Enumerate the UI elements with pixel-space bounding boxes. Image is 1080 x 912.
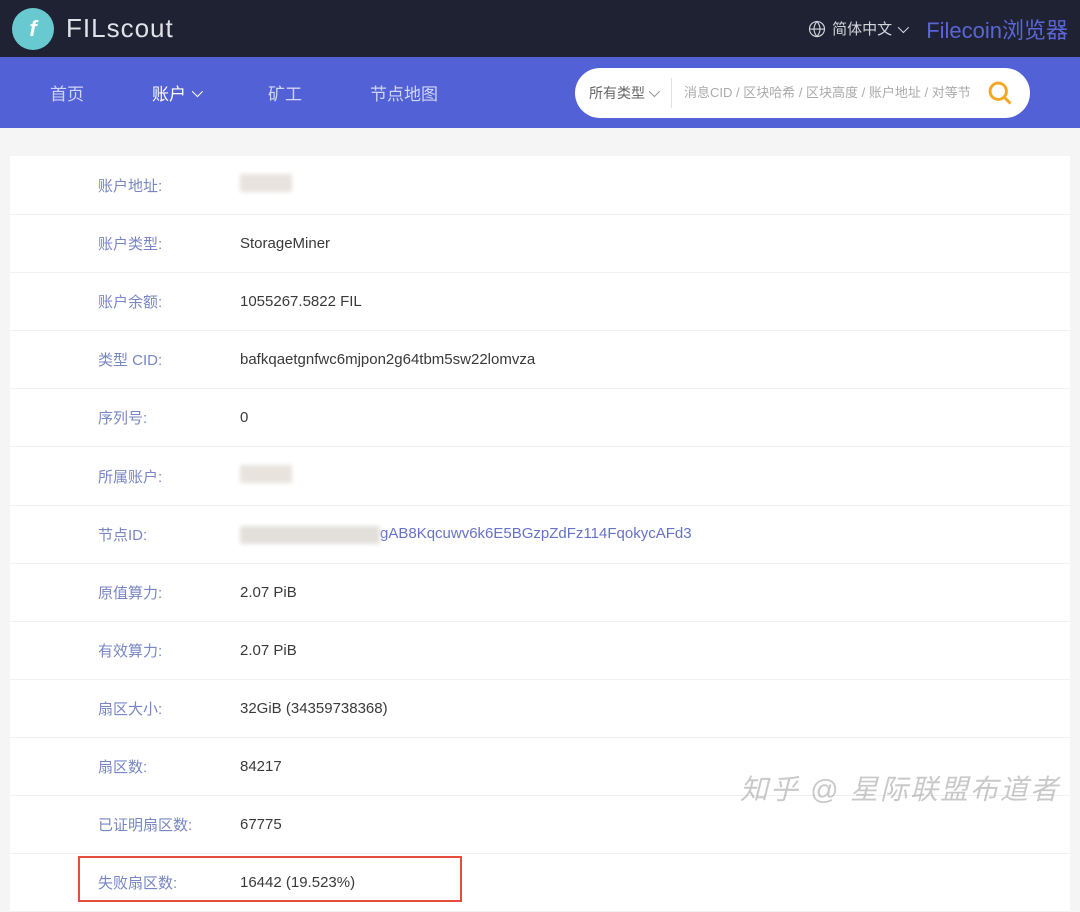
search-container: 所有类型	[575, 68, 1030, 118]
detail-value: 0	[240, 409, 1070, 426]
detail-value: 32GiB (34359738368)	[240, 700, 1070, 717]
nav-items: 首页 账户 矿工 节点地图	[50, 80, 438, 105]
detail-value-text: gAB8Kqcuwv6k6E5BGzpZdFz114FqokycAFd3	[380, 525, 692, 542]
chevron-down-icon	[192, 85, 203, 96]
detail-row-11: 已证明扇区数:67775	[10, 796, 1070, 854]
detail-value: bafkqaetgnfwc6mjpon2g64tbm5sw22lomvza	[240, 351, 1070, 368]
detail-row-0: 账户地址:	[10, 156, 1070, 215]
detail-value: StorageMiner	[240, 235, 1070, 252]
nav-item-label: 账户	[152, 80, 186, 105]
detail-label: 所属账户:	[10, 466, 240, 487]
account-details-panel: 账户地址:账户类型:StorageMiner账户余额:1055267.5822 …	[10, 156, 1070, 912]
header-right: 简体中文 Filecoin浏览器	[808, 13, 1068, 45]
logo-text: FILscout	[66, 13, 174, 44]
nav-bar: 首页 账户 矿工 节点地图 所有类型	[0, 57, 1080, 128]
detail-value: 2.07 PiB	[240, 584, 1070, 601]
nav-item-label: 首页	[50, 80, 84, 105]
search-icon	[986, 79, 1014, 107]
detail-label: 类型 CID:	[10, 349, 240, 370]
detail-label: 账户类型:	[10, 233, 240, 254]
detail-row-1: 账户类型:StorageMiner	[10, 215, 1070, 273]
brand-link[interactable]: Filecoin浏览器	[926, 13, 1068, 45]
search-type-label: 所有类型	[589, 83, 645, 103]
detail-row-2: 账户余额:1055267.5822 FIL	[10, 273, 1070, 331]
detail-value	[240, 174, 1070, 196]
redacted-value	[240, 465, 292, 483]
search-type-selector[interactable]: 所有类型	[575, 78, 672, 108]
chevron-down-icon	[649, 85, 660, 96]
chevron-down-icon	[898, 21, 909, 32]
search-input[interactable]	[672, 68, 982, 118]
detail-row-12: 失败扇区数:16442 (19.523%)	[10, 854, 1070, 912]
logo-icon: f	[12, 8, 54, 50]
nav-item-0[interactable]: 首页	[50, 80, 84, 105]
globe-icon	[808, 20, 826, 38]
detail-value: 2.07 PiB	[240, 642, 1070, 659]
redacted-prefix	[240, 526, 380, 544]
detail-value: 67775	[240, 816, 1070, 833]
detail-label: 账户余额:	[10, 291, 240, 312]
detail-label: 扇区大小:	[10, 698, 240, 719]
detail-label: 失败扇区数:	[10, 872, 240, 893]
detail-label: 账户地址:	[10, 175, 240, 196]
detail-value: 1055267.5822 FIL	[240, 293, 1070, 310]
nav-item-label: 矿工	[268, 80, 302, 105]
detail-row-7: 原值算力:2.07 PiB	[10, 564, 1070, 622]
redacted-value	[240, 174, 292, 192]
detail-row-8: 有效算力:2.07 PiB	[10, 622, 1070, 680]
detail-row-10: 扇区数:84217	[10, 738, 1070, 796]
nav-item-1[interactable]: 账户	[152, 80, 200, 105]
logo-area[interactable]: f FILscout	[12, 8, 174, 50]
detail-row-6: 节点ID: gAB8Kqcuwv6k6E5BGzpZdFz114FqokycAFd…	[10, 506, 1070, 564]
detail-row-9: 扇区大小:32GiB (34359738368)	[10, 680, 1070, 738]
detail-label: 已证明扇区数:	[10, 814, 240, 835]
detail-value: 84217	[240, 758, 1070, 775]
top-header: f FILscout 简体中文 Filecoin浏览器	[0, 0, 1080, 57]
search-button[interactable]	[982, 75, 1018, 111]
detail-label: 节点ID:	[10, 524, 240, 545]
detail-label: 原值算力:	[10, 582, 240, 603]
language-selector[interactable]: 简体中文	[808, 18, 906, 39]
detail-value: 16442 (19.523%)	[240, 874, 1070, 891]
detail-label: 序列号:	[10, 407, 240, 428]
detail-row-4: 序列号:0	[10, 389, 1070, 447]
detail-row-3: 类型 CID:bafkqaetgnfwc6mjpon2g64tbm5sw22lo…	[10, 331, 1070, 389]
detail-row-5: 所属账户:	[10, 447, 1070, 506]
nav-item-label: 节点地图	[370, 80, 438, 105]
detail-label: 有效算力:	[10, 640, 240, 661]
language-label: 简体中文	[832, 18, 892, 39]
detail-value[interactable]: gAB8Kqcuwv6k6E5BGzpZdFz114FqokycAFd3	[240, 525, 1070, 543]
detail-value	[240, 465, 1070, 487]
detail-label: 扇区数:	[10, 756, 240, 777]
nav-item-2[interactable]: 矿工	[268, 80, 302, 105]
nav-item-3[interactable]: 节点地图	[370, 80, 438, 105]
